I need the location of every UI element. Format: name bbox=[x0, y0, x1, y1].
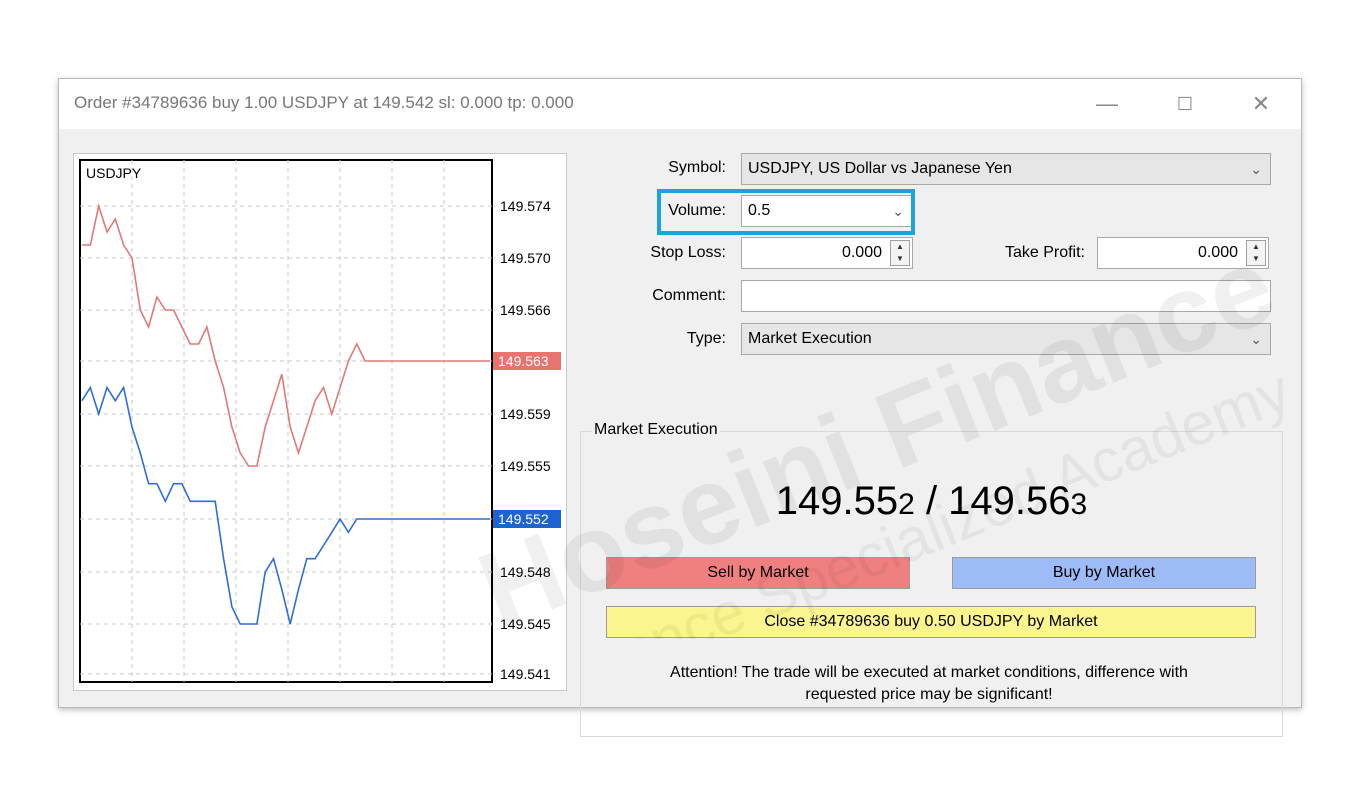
price-separator: / bbox=[914, 479, 949, 523]
up-arrow-icon[interactable]: ▲ bbox=[891, 241, 909, 253]
symbol-value: USDJPY, US Dollar vs Japanese Yen bbox=[748, 160, 1012, 177]
attention-line-2: requested price may be significant! bbox=[805, 686, 1053, 703]
type-value: Market Execution bbox=[748, 330, 872, 347]
attention-line-1: Attention! The trade will be executed at… bbox=[670, 664, 1188, 681]
take-profit-field[interactable]: 0.000 ▲ ▼ bbox=[1097, 237, 1269, 269]
price-chart: 149.574 149.570 149.566 149.559 149.555 149.5… bbox=[73, 153, 567, 691]
bid-price-tag-label: 149.552 bbox=[498, 511, 549, 527]
attention-message: Attention! The trade will be executed at… bbox=[619, 662, 1239, 706]
order-dialog: Order #34789636 buy 1.00 USDJPY at 149.5… bbox=[58, 78, 1302, 737]
chevron-down-icon: ⌄ bbox=[1250, 331, 1262, 347]
take-profit-value: 0.000 bbox=[1197, 244, 1238, 261]
market-execution-title: Market Execution bbox=[592, 421, 720, 439]
volume-highlight-box bbox=[657, 189, 915, 235]
stop-loss-value: 0.000 bbox=[841, 244, 882, 261]
chart-canvas: 149.574 149.570 149.566 149.559 149.555 149.5… bbox=[79, 159, 561, 683]
chevron-down-icon: ⌄ bbox=[1250, 161, 1262, 177]
down-arrow-icon[interactable]: ▼ bbox=[891, 253, 909, 265]
stop-loss-label: Stop Loss: bbox=[650, 244, 726, 261]
y-tick-label: 149.548 bbox=[500, 564, 551, 580]
bid-price: 149.55 bbox=[775, 479, 899, 523]
chart-symbol-label: USDJPY bbox=[86, 165, 142, 181]
y-tick-label: 149.559 bbox=[500, 406, 551, 422]
ask-price-tag-label: 149.563 bbox=[498, 353, 549, 369]
close-position-button[interactable]: Close #34789636 buy 0.50 USDJPY by Marke… bbox=[606, 606, 1256, 638]
maximize-button[interactable]: ☐ bbox=[1167, 89, 1203, 119]
down-arrow-icon[interactable]: ▼ bbox=[1247, 253, 1265, 265]
price-quote: 149.552 / 149.563 bbox=[580, 479, 1283, 524]
buy-by-market-button[interactable]: Buy by Market bbox=[952, 557, 1256, 589]
ask-price-last-digit: 3 bbox=[1070, 488, 1088, 521]
bid-price-last-digit: 2 bbox=[898, 488, 915, 521]
y-tick-label: 149.570 bbox=[500, 250, 551, 266]
y-tick-label: 149.574 bbox=[500, 198, 551, 214]
minimize-button[interactable]: — bbox=[1089, 89, 1125, 119]
sell-by-market-button[interactable]: Sell by Market bbox=[606, 557, 910, 589]
symbol-label: Symbol: bbox=[668, 159, 726, 176]
y-tick-label: 149.541 bbox=[500, 666, 551, 682]
comment-input[interactable] bbox=[741, 280, 1271, 312]
window-title: Order #34789636 buy 1.00 USDJPY at 149.5… bbox=[74, 93, 574, 112]
symbol-select[interactable]: USDJPY, US Dollar vs Japanese Yen ⌄ bbox=[741, 153, 1271, 185]
y-tick-label: 149.555 bbox=[500, 458, 551, 474]
title-bar: Order #34789636 buy 1.00 USDJPY at 149.5… bbox=[59, 79, 1301, 129]
type-select[interactable]: Market Execution ⌄ bbox=[741, 323, 1271, 355]
y-tick-label: 149.566 bbox=[500, 302, 551, 318]
comment-label: Comment: bbox=[652, 287, 726, 304]
up-arrow-icon[interactable]: ▲ bbox=[1247, 241, 1265, 253]
close-button[interactable]: ✕ bbox=[1243, 89, 1279, 119]
ask-price: 149.56 bbox=[948, 479, 1071, 523]
y-tick-label: 149.545 bbox=[500, 616, 551, 632]
stop-loss-stepper[interactable]: ▲ ▼ bbox=[890, 240, 910, 266]
stop-loss-field[interactable]: 0.000 ▲ ▼ bbox=[741, 237, 913, 269]
take-profit-label: Take Profit: bbox=[1004, 244, 1085, 261]
take-profit-stepper[interactable]: ▲ ▼ bbox=[1246, 240, 1266, 266]
type-label: Type: bbox=[686, 330, 726, 347]
